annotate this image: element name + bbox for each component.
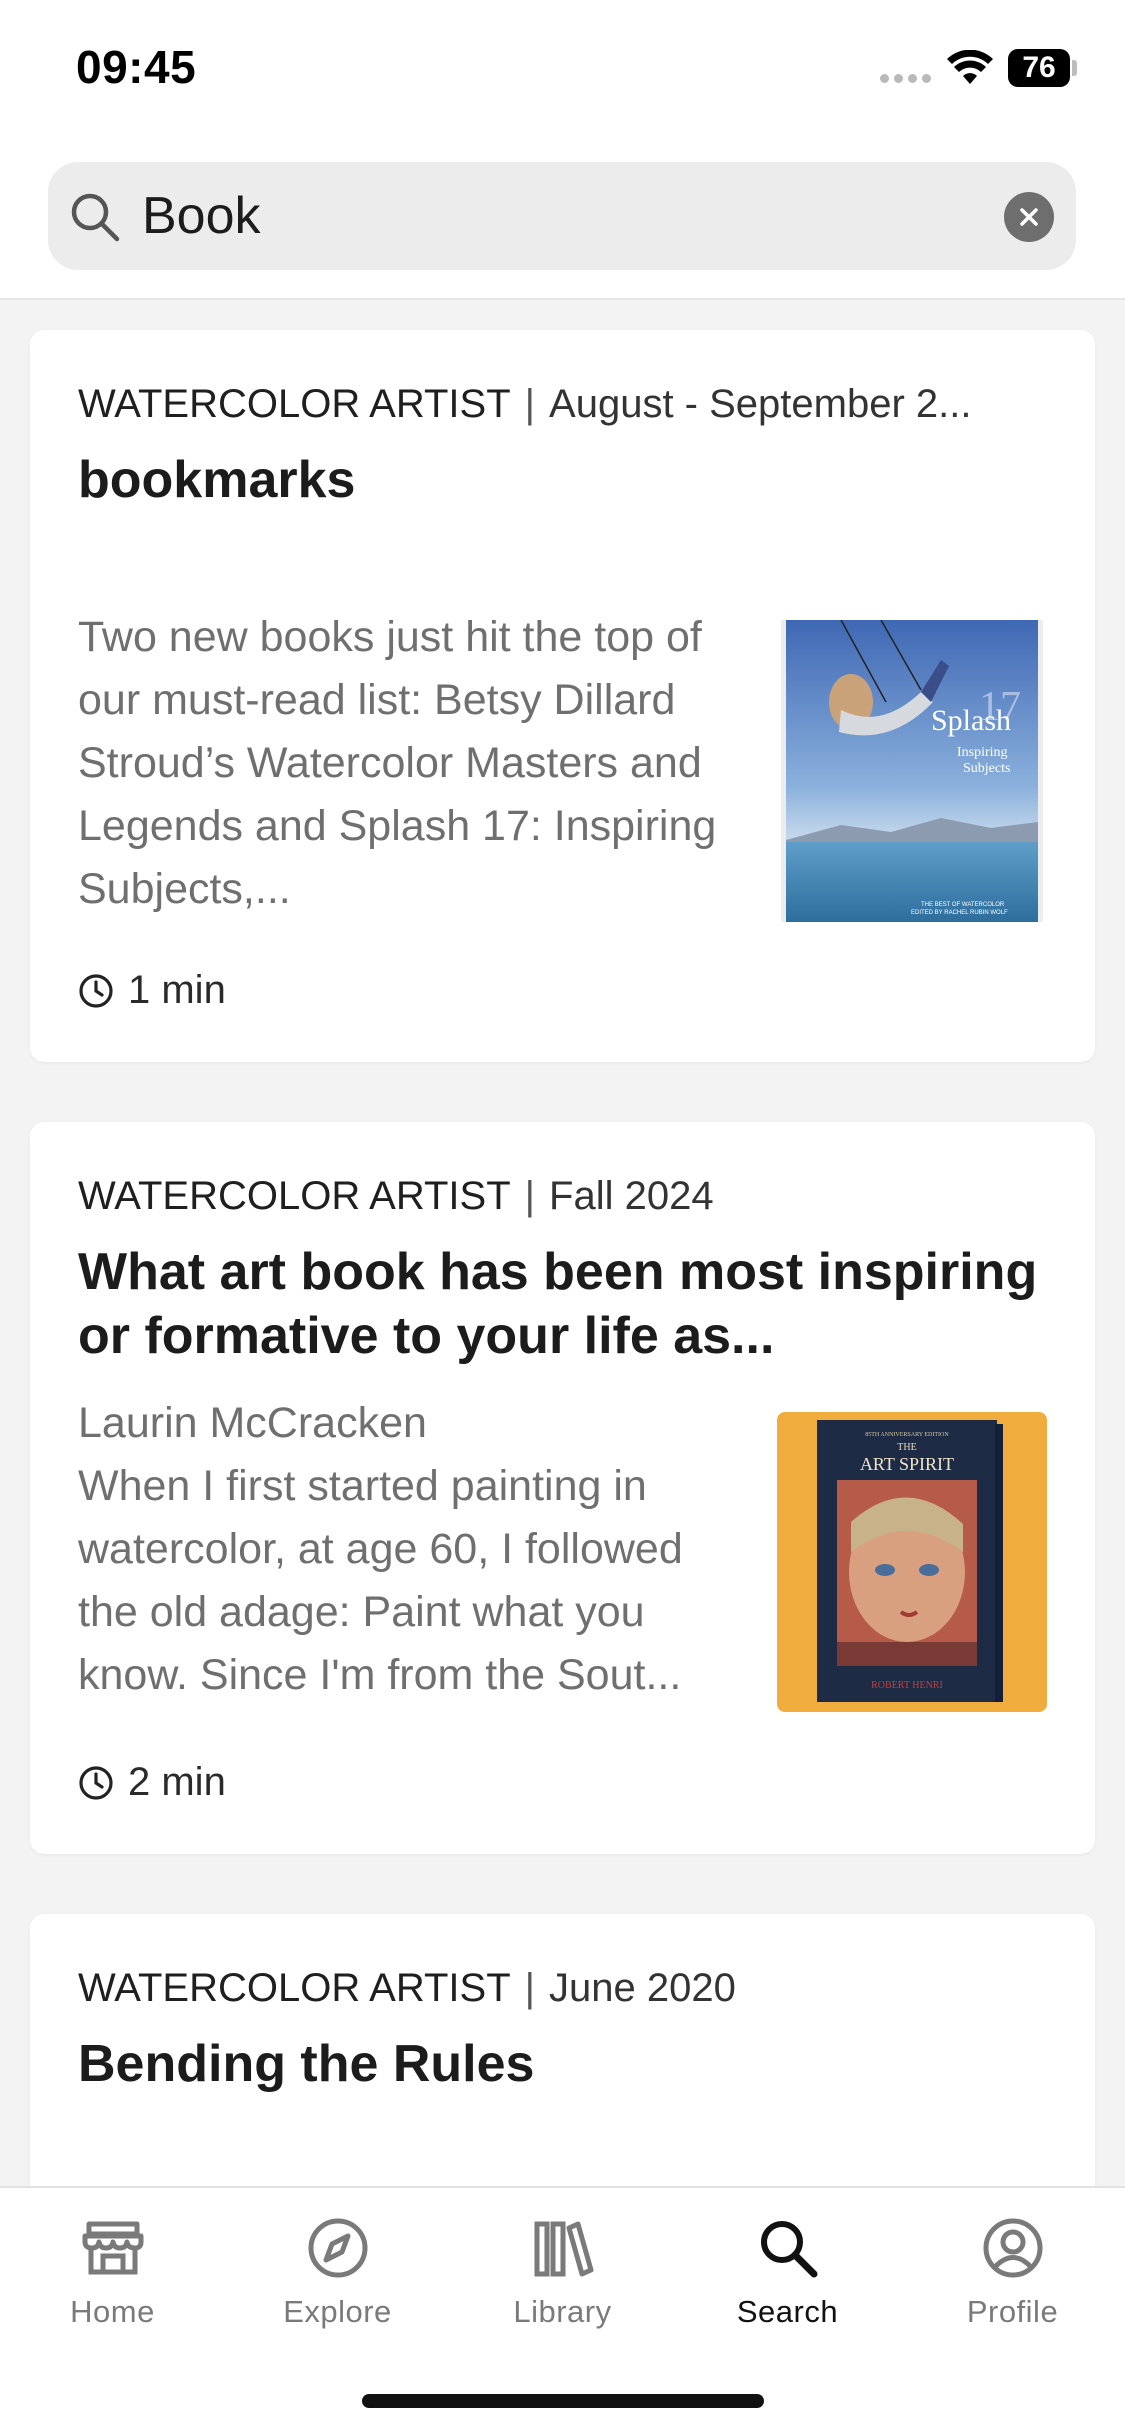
- home-icon: [82, 2221, 143, 2275]
- card-meta: WATERCOLOR ARTIST | June 2020: [78, 1966, 1058, 2011]
- tab-library[interactable]: Library: [450, 2214, 675, 2354]
- wifi-icon: [947, 50, 993, 84]
- card-publication: WATERCOLOR ARTIST: [78, 1966, 511, 2010]
- card-thumbnail: Splash 17 Inspiring Subjects THE BEST OF…: [781, 620, 1043, 922]
- tab-label: Search: [736, 2294, 839, 2329]
- read-time-label: 1 min: [128, 968, 226, 1012]
- clock-icon: [79, 973, 113, 1008]
- cover-edition: 85TH ANNIVERSARY EDITION: [865, 1432, 949, 1438]
- home-indicator[interactable]: [362, 2394, 764, 2408]
- tab-label: Explore: [283, 2294, 392, 2329]
- battery-icon: 76: [1008, 49, 1070, 87]
- read-time: 2 min: [78, 1760, 226, 1805]
- meta-separator: |: [524, 1966, 536, 2010]
- status-bar: 09:45 76: [0, 0, 1125, 140]
- status-time: 09:45: [76, 41, 197, 93]
- card-excerpt: Two new books just hit the top of our mu…: [78, 613, 717, 913]
- read-time: 1 min: [78, 968, 226, 1013]
- cover-the: THE: [897, 1442, 916, 1453]
- cover-title: ART SPIRIT: [860, 1454, 954, 1474]
- battery-cap: [1072, 60, 1077, 76]
- compass-icon: [308, 2218, 367, 2278]
- tab-label: Home: [70, 2294, 155, 2329]
- card-meta: WATERCOLOR ARTIST | Fall 2024: [78, 1174, 1058, 1219]
- tab-search[interactable]: Search: [675, 2214, 900, 2354]
- search-box[interactable]: [48, 162, 1076, 270]
- card-title: Bending the Rules: [78, 2035, 535, 2093]
- cellular-signal-icon: [880, 74, 931, 83]
- card-excerpt: When I first started painting in waterco…: [78, 1462, 683, 1699]
- card-title: bookmarks: [78, 451, 356, 509]
- tab-home[interactable]: Home: [0, 2214, 225, 2354]
- search-input[interactable]: [142, 176, 922, 256]
- search-header: [0, 140, 1125, 300]
- cover-author: ROBERT HENRI: [871, 1680, 943, 1691]
- card-date: Fall 2024: [549, 1174, 714, 1218]
- battery-level: 76: [1022, 51, 1056, 84]
- search-icon: [760, 2221, 817, 2278]
- tab-explore[interactable]: Explore: [225, 2214, 450, 2354]
- card-meta: WATERCOLOR ARTIST | August - September 2..…: [78, 382, 1058, 427]
- cover-subtitle-1: Inspiring: [957, 745, 1008, 760]
- tab-label: Library: [513, 2294, 612, 2329]
- read-time-label: 2 min: [128, 1760, 226, 1804]
- card-author: Laurin McCracken: [78, 1399, 427, 1447]
- cover-number: 17: [979, 684, 1021, 730]
- cover-footer-2: EDITED BY RACHEL RUBIN WOLF: [911, 910, 1008, 916]
- card-publication: WATERCOLOR ARTIST: [78, 382, 511, 426]
- close-icon: [1020, 208, 1038, 226]
- cover-subtitle-2: Subjects: [963, 761, 1010, 776]
- result-card[interactable]: WATERCOLOR ARTIST | Fall 2024 What art boo…: [30, 1122, 1095, 1854]
- tab-label: Profile: [966, 2294, 1059, 2329]
- meta-separator: |: [524, 1174, 536, 1218]
- card-date: August - September 2...: [549, 382, 972, 426]
- search-icon: [71, 193, 120, 242]
- meta-separator: |: [524, 382, 536, 426]
- library-icon: [534, 2221, 593, 2277]
- result-card[interactable]: WATERCOLOR ARTIST | August - September 2..…: [30, 330, 1095, 1062]
- cover-footer-1: THE BEST OF WATERCOLOR: [921, 902, 1005, 908]
- card-thumbnail: 85TH ANNIVERSARY EDITION THE ART SPIRIT …: [777, 1412, 1047, 1712]
- profile-icon: [983, 2218, 1042, 2278]
- book-cover-art-spirit: 85TH ANNIVERSARY EDITION THE ART SPIRIT …: [777, 1412, 1047, 1712]
- tab-profile[interactable]: Profile: [900, 2214, 1125, 2354]
- card-publication: WATERCOLOR ARTIST: [78, 1174, 511, 1218]
- card-date: June 2020: [549, 1966, 736, 2010]
- clock-icon: [79, 1765, 113, 1800]
- card-title: What art book has been most inspiring or…: [78, 1243, 1038, 1365]
- clear-search-button[interactable]: [1004, 192, 1054, 242]
- card-excerpt-block: Laurin McCracken When I first started pai…: [78, 1392, 738, 1707]
- book-cover-splash: Splash 17 Inspiring Subjects THE BEST OF…: [781, 620, 1043, 922]
